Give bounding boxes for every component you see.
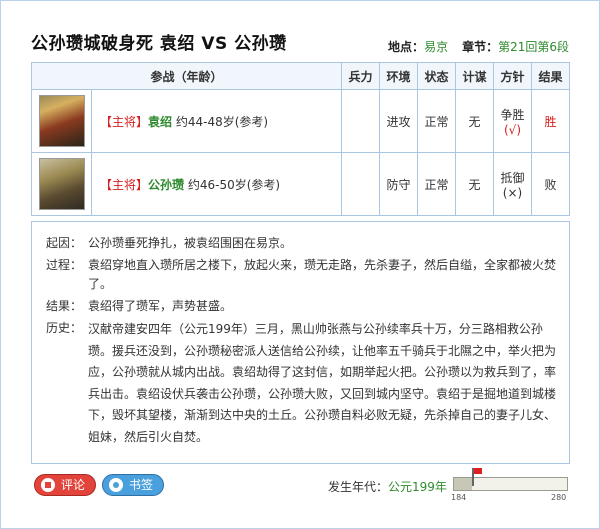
col-strategy: 计谋 xyxy=(455,62,494,90)
avatar[interactable] xyxy=(38,95,85,147)
process-row: 过程： 袁绍穿地直入瓒所居之楼下，放起火来，瓒无走路，先杀妻子，然后自缢，全家都… xyxy=(42,256,559,294)
role-label: 【主将】 xyxy=(100,114,149,129)
col-result: 结果 xyxy=(531,62,570,90)
page-title: 公孙瓒城破身死 袁绍 VS 公孙瓒 xyxy=(31,34,287,54)
strategy-cell: 无 xyxy=(455,152,494,216)
chapter-label: 章节： xyxy=(462,40,499,54)
role-label: 【主将】 xyxy=(100,177,149,192)
cause-label: 起因： xyxy=(45,236,82,250)
process-label: 过程： xyxy=(45,258,82,272)
history-text: 汉献帝建安四年（公元199年）三月，黑山帅张燕与公孙续率兵十万，分三路相救公孙瓒… xyxy=(88,322,557,444)
col-policy: 方针 xyxy=(493,62,532,90)
result-label: 结果： xyxy=(45,299,82,313)
timeline-flag-icon[interactable] xyxy=(471,468,482,486)
col-troops: 兵力 xyxy=(341,62,380,90)
avatar[interactable] xyxy=(38,158,85,210)
status-cell: 正常 xyxy=(417,152,456,216)
policy-cell: 抵御 (×) xyxy=(493,152,532,216)
age-text: 约44-48岁(参考) xyxy=(175,114,269,129)
history-row: 历史： 汉献帝建安四年（公元199年）三月，黑山帅张燕与公孙续率兵十万，分三路相… xyxy=(42,319,559,448)
timeline-fill xyxy=(454,478,472,490)
environment-cell: 防守 xyxy=(379,152,418,216)
strategy-cell: 无 xyxy=(455,89,494,153)
result-row: 结果： 袁绍得了瓒军，声势甚盛。 xyxy=(42,297,559,316)
event-panel: 公孙瓒城破身死 袁绍 VS 公孙瓒 地点：易京 章节：第21回第6段 参战（年龄）… xyxy=(0,0,600,529)
policy-mark: (√) xyxy=(503,122,521,137)
status-cell: 正常 xyxy=(417,89,456,153)
col-environment: 环境 xyxy=(379,62,418,90)
timeline-min-label: 184 xyxy=(451,493,467,502)
col-status: 状态 xyxy=(417,62,456,90)
participant-cell: 【主将】袁绍 约44-48岁(参考) xyxy=(91,89,342,153)
process-text: 袁绍穿地直入瓒所居之楼下，放起火来，瓒无走路，先杀妻子，然后自缢，全家都被火焚了… xyxy=(88,258,557,291)
location-value[interactable]: 易京 xyxy=(424,40,448,54)
result-text: 袁绍得了瓒军，声势甚盛。 xyxy=(88,299,233,313)
era-info: 发生年代：公元199年 xyxy=(328,478,447,495)
review-label: 评论 xyxy=(61,478,86,492)
avatar-cell xyxy=(31,152,92,216)
troops-cell xyxy=(341,89,380,153)
cause-text: 公孙瓒垂死挣扎，被袁绍围困在易京。 xyxy=(88,236,293,250)
era-value: 公元199年 xyxy=(388,480,447,494)
bookmark-icon xyxy=(109,478,123,492)
result-cell: 胜 xyxy=(531,89,570,153)
troops-cell xyxy=(341,152,380,216)
chapter-value[interactable]: 第21回第6段 xyxy=(498,40,569,54)
policy-text: 争胜 xyxy=(500,107,525,122)
policy-cell: 争胜 (√) xyxy=(493,89,532,153)
review-button[interactable]: 评论 xyxy=(34,474,97,496)
story-box: 起因： 公孙瓒垂死挣扎，被袁绍围困在易京。 过程： 袁绍穿地直入瓒所居之楼下，放… xyxy=(31,221,570,464)
history-label: 历史： xyxy=(45,321,82,335)
era-label: 发生年代： xyxy=(328,480,389,494)
table-row: 【主将】袁绍 约44-48岁(参考) 进攻 正常 无 争胜 (√) 胜 xyxy=(31,89,570,153)
timeline-max-label: 280 xyxy=(551,493,567,502)
commander-name[interactable]: 袁绍 xyxy=(148,115,172,129)
policy-text: 抵御 xyxy=(500,170,525,185)
commander-name[interactable]: 公孙瓒 xyxy=(148,178,184,192)
bookmark-button[interactable]: 书签 xyxy=(102,474,165,496)
event-meta: 地点：易京 章节：第21回第6段 xyxy=(388,38,569,55)
bookmark-label: 书签 xyxy=(129,478,154,492)
age-text: 约46-50岁(参考) xyxy=(187,177,281,192)
location-label: 地点： xyxy=(388,40,425,54)
result-cell: 败 xyxy=(531,152,570,216)
environment-cell: 进攻 xyxy=(379,89,418,153)
cause-row: 起因： 公孙瓒垂死挣扎，被袁绍围困在易京。 xyxy=(42,234,559,253)
policy-mark: (×) xyxy=(502,185,523,200)
table-row: 【主将】公孙瓒 约46-50岁(参考) 防守 正常 无 抵御 (×) 败 xyxy=(31,152,570,216)
review-icon xyxy=(41,478,55,492)
table-header-row: 参战（年龄） 兵力 环境 状态 计谋 方针 结果 xyxy=(31,62,570,90)
col-participants: 参战（年龄） xyxy=(31,62,342,90)
timeline-slider[interactable] xyxy=(453,468,568,491)
participant-cell: 【主将】公孙瓒 约46-50岁(参考) xyxy=(91,152,342,216)
avatar-cell xyxy=(31,89,92,153)
battle-table: 参战（年龄） 兵力 环境 状态 计谋 方针 结果 【主将】袁绍 约44-48岁(… xyxy=(31,62,570,216)
